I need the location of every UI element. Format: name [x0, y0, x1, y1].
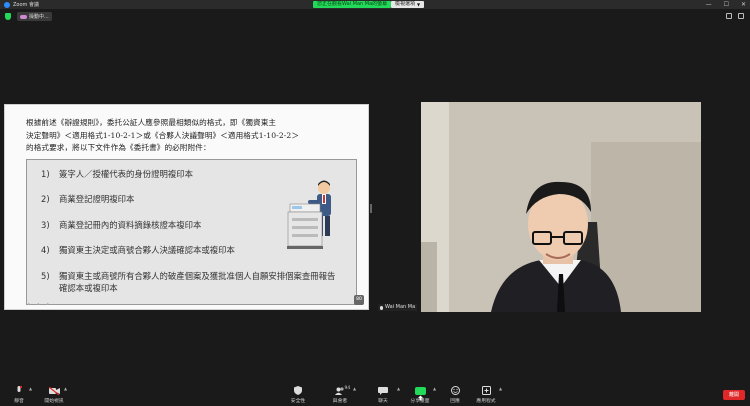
share-screen-icon: [414, 386, 426, 400]
video-camera-icon: [48, 386, 60, 395]
chevron-up-icon[interactable]: ▲: [64, 386, 67, 391]
slide-list-box: 1) 簽字人／授權代表的身份證明複印本 2) 商業登記證明複印本 3) 商業登記冊內的…: [26, 159, 357, 305]
slide-page-number: 80: [354, 295, 364, 305]
window-controls: — ☐ ✕: [706, 0, 746, 9]
security-label: 安全性: [290, 399, 306, 404]
leave-meeting-button[interactable]: 離開: [723, 390, 745, 400]
chevron-up-icon[interactable]: ▲: [433, 386, 436, 391]
apps-button[interactable]: 應用程式: [471, 386, 501, 404]
share-status-pill[interactable]: 操動中...: [17, 12, 52, 21]
meeting-top-bar: 操動中...: [0, 9, 750, 23]
shared-screen-slide: 根據前述《辦證規則》，委托公証人應參照最相類似的格式，即《獨資東主 決定聲明》＜…: [4, 104, 369, 310]
list-item-text: 獨資東主或商號所有合夥人的破產個案及獲批准個人自願安排個案查冊報告確認本或複印本: [59, 271, 336, 293]
apps-label: 應用程式: [476, 399, 496, 404]
fullscreen-icon[interactable]: [738, 13, 744, 19]
reactions-icon: [450, 386, 461, 395]
list-item-number: 1): [41, 169, 50, 179]
chevron-up-icon[interactable]: ▲: [397, 386, 400, 391]
slide-nav-dots: • • •: [27, 301, 52, 308]
shield-icon: [293, 386, 304, 395]
cloud-icon: [20, 14, 27, 19]
chat-icon: [378, 386, 389, 395]
slide-header-line: 決定聲明》＜適用格式1-10-2-1＞或《合夥人決議聲明》＜適用格式1-10-2…: [26, 130, 300, 140]
list-item: 5) 獨資東主或商號所有合夥人的破產個案及獲批准個人自願安排個案查冊報告確認本或複…: [41, 270, 349, 294]
meeting-toolbar: 靜音 ▲ 開始視訊 ▲ 安全性 94 與會者 ▲ 聊天 ▲ 分享畫面 ▲ 回應 …: [0, 383, 750, 406]
speaker-view-icon[interactable]: [726, 13, 732, 19]
video-label: 開始視訊: [44, 399, 64, 404]
microphone-icon: [380, 305, 383, 310]
participants-count: 94: [344, 386, 351, 391]
participants-icon: 94: [335, 386, 350, 395]
chevron-up-icon[interactable]: ▲: [29, 386, 32, 391]
list-item-number: 4): [41, 245, 50, 255]
minimize-icon[interactable]: —: [706, 1, 712, 8]
slide-header: 根據前述《辦證規則》，委托公証人應參照最相類似的格式，即《獨資東主 決定聲明》＜…: [26, 117, 356, 155]
participant-video-tile[interactable]: [421, 102, 701, 312]
participants-label: 與會者: [332, 399, 348, 404]
apps-icon: [481, 386, 492, 395]
list-item-number: 2): [41, 194, 50, 204]
app-title: Zoom 會議: [4, 0, 39, 9]
chat-button[interactable]: 聊天: [368, 386, 398, 404]
participant-video-feed: [421, 102, 701, 312]
share-status-label: 操動中...: [29, 14, 49, 20]
view-options-label: 檢視選項: [395, 1, 416, 7]
chat-label: 聊天: [378, 399, 388, 404]
title-bar: Zoom 會議 您正在觀看Wai Man Ma的螢幕 檢視選項 ▼ — ☐ ✕: [0, 0, 750, 9]
person-at-copier-illustration: [287, 180, 331, 249]
slide-header-line: 的格式要求，將以下文件作為《委托書》的必附附件：: [26, 143, 211, 153]
reactions-button[interactable]: 回應: [440, 386, 470, 404]
chevron-down-icon: ▼: [417, 2, 421, 7]
encryption-shield-icon[interactable]: [5, 13, 11, 20]
reactions-label: 回應: [450, 399, 460, 404]
participant-name-tag: Wai Man Ma: [378, 304, 418, 311]
chevron-up-icon[interactable]: ▲: [499, 386, 502, 391]
participant-name: Wai Man Ma: [385, 304, 416, 310]
close-icon[interactable]: ✕: [741, 1, 746, 8]
slide-header-line: 根據前述《辦證規則》，委托公証人應參照最相類似的格式，即《獨資東主: [26, 118, 277, 127]
mute-label: 靜音: [14, 399, 24, 404]
chevron-up-icon[interactable]: ▲: [353, 386, 356, 391]
app-title-text: Zoom 會議: [13, 2, 40, 8]
list-item-number: 3): [41, 220, 50, 230]
layout-controls: [726, 13, 744, 19]
screen-share-banner: 您正在觀看Wai Man Ma的螢幕: [313, 1, 392, 8]
list-item-number: 5): [41, 271, 50, 281]
maximize-icon[interactable]: ☐: [724, 1, 729, 8]
microphone-icon: [14, 386, 25, 395]
participants-button[interactable]: 94 與會者: [325, 386, 355, 404]
view-options-button[interactable]: 檢視選項 ▼: [391, 1, 425, 8]
security-button[interactable]: 安全性: [283, 386, 313, 404]
split-view-drag-handle[interactable]: [370, 204, 372, 213]
share-screen-button[interactable]: 分享畫面: [405, 386, 435, 404]
zoom-logo-icon: [4, 1, 10, 8]
zoom-meeting-window: Zoom 會議 您正在觀看Wai Man Ma的螢幕 檢視選項 ▼ — ☐ ✕ …: [0, 0, 750, 406]
